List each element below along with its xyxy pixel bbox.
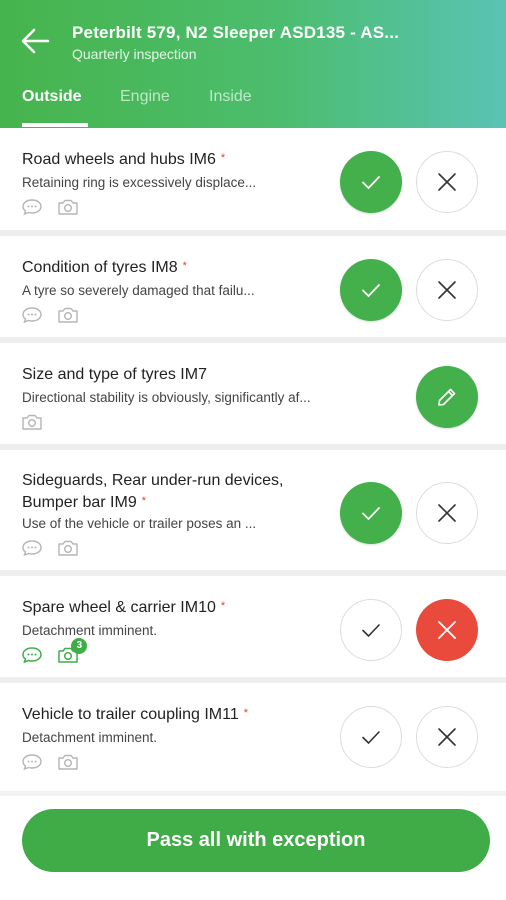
comment-icon[interactable] [21, 646, 45, 666]
pass-all-button[interactable]: Pass all with exception [22, 809, 490, 872]
item-title-text: Road wheels and hubs IM6 [22, 151, 216, 168]
item-title: Spare wheel & carrier IM10 * [22, 596, 322, 618]
list-item: Spare wheel & carrier IM10 * Detachment i… [0, 576, 506, 683]
close-icon [438, 504, 456, 522]
pass-button[interactable] [340, 599, 402, 661]
item-title: Condition of tyres IM8 * [22, 256, 322, 278]
tab-inside[interactable]: Inside [209, 88, 252, 106]
list-item: Road wheels and hubs IM6 * Retaining ring… [0, 128, 506, 236]
app-header: Peterbilt 579, N2 Sleeper ASD135 - AS...… [0, 0, 506, 128]
pass-button[interactable] [340, 482, 402, 544]
edit-button[interactable] [416, 366, 478, 428]
required-marker: * [182, 260, 187, 272]
camera-icon[interactable] [21, 413, 45, 433]
item-title: Road wheels and hubs IM6 * [22, 148, 322, 170]
list-item: Size and type of tyres IM7 Directional s… [0, 343, 506, 450]
close-icon [438, 621, 456, 639]
close-icon [438, 173, 456, 191]
list-item: Condition of tyres IM8 * A tyre so severe… [0, 236, 506, 343]
check-icon [362, 507, 380, 521]
inspection-list: Road wheels and hubs IM6 * Retaining ring… [0, 128, 506, 791]
check-icon [362, 624, 380, 638]
required-marker: * [220, 600, 226, 612]
item-description: Retaining ring is excessively displace..… [22, 175, 257, 190]
item-description: Detachment imminent. [22, 730, 158, 745]
item-title: Vehicle to trailer coupling IM11 * [22, 703, 322, 725]
check-icon [362, 284, 380, 298]
tab-outside[interactable]: Outside [22, 88, 82, 106]
item-description: A tyre so severely damaged that failu... [22, 283, 255, 298]
check-icon [362, 176, 380, 190]
pass-button[interactable] [340, 151, 402, 213]
item-description: Directional stability is obviously, sign… [22, 390, 311, 405]
pass-button[interactable] [340, 706, 402, 768]
comment-icon[interactable] [21, 198, 45, 218]
item-title-text: Size and type of tyres IM7 [22, 366, 207, 383]
camera-icon[interactable]: 3 [57, 638, 88, 666]
fail-button[interactable] [416, 259, 478, 321]
fail-button[interactable] [416, 151, 478, 213]
list-item: Sideguards, Rear under-run devices, Bump… [0, 450, 506, 576]
item-title-text: Vehicle to trailer coupling IM11 [22, 706, 239, 723]
photo-count-badge: 3 [71, 638, 88, 654]
pencil-icon [438, 388, 456, 406]
comment-icon[interactable] [21, 539, 45, 559]
list-item: Vehicle to trailer coupling IM11 * Detach… [0, 683, 506, 791]
item-actions [21, 198, 89, 218]
tab-active-indicator [22, 123, 88, 127]
page-title: Peterbilt 579, N2 Sleeper ASD135 - AS... [72, 23, 400, 42]
item-actions [21, 306, 89, 326]
page-subtitle: Quarterly inspection [72, 46, 197, 62]
check-icon [362, 731, 380, 745]
item-title-text: Condition of tyres IM8 [22, 259, 178, 276]
item-title-text: Spare wheel & carrier IM10 [22, 599, 216, 616]
fail-button[interactable] [416, 599, 478, 661]
item-actions [21, 539, 89, 559]
required-marker: * [220, 152, 226, 164]
close-icon [438, 728, 456, 746]
required-marker: * [243, 707, 248, 719]
tab-engine[interactable]: Engine [120, 88, 170, 106]
item-title-text: Sideguards, Rear under-run devices, Bump… [22, 472, 284, 511]
item-actions [21, 753, 89, 773]
item-actions [21, 413, 53, 433]
item-title: Size and type of tyres IM7 [22, 363, 322, 385]
camera-icon[interactable] [57, 306, 81, 326]
tab-bar: Outside Engine Inside [0, 84, 506, 128]
close-icon [438, 281, 456, 299]
comment-icon[interactable] [21, 306, 45, 326]
pass-button[interactable] [340, 259, 402, 321]
camera-icon[interactable] [57, 539, 81, 559]
back-arrow-icon[interactable] [18, 24, 52, 58]
item-actions: 3 [21, 638, 89, 666]
fail-button[interactable] [416, 706, 478, 768]
item-description: Detachment imminent. [22, 623, 158, 638]
camera-icon[interactable] [57, 198, 81, 218]
item-description: Use of the vehicle or trailer poses an .… [22, 516, 257, 531]
item-title: Sideguards, Rear under-run devices, Bump… [22, 471, 322, 513]
required-marker: * [141, 495, 146, 507]
fail-button[interactable] [416, 482, 478, 544]
comment-icon[interactable] [21, 753, 45, 773]
camera-icon[interactable] [57, 753, 81, 773]
